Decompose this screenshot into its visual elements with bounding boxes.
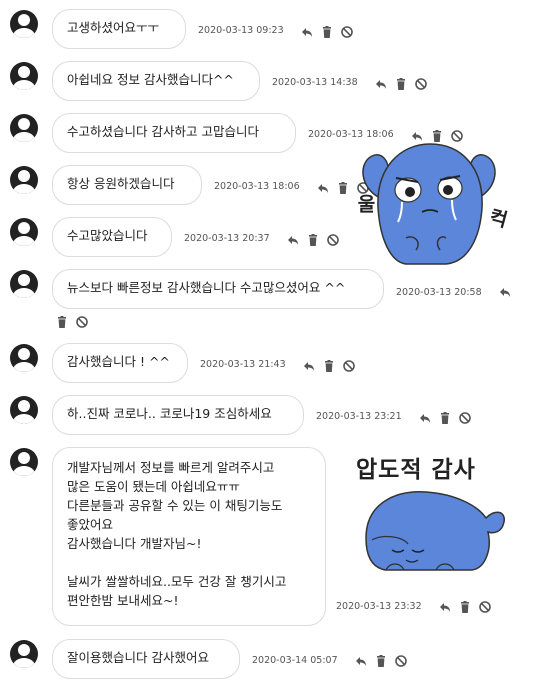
block-icon[interactable] bbox=[414, 77, 428, 91]
message-bubble: 고생하셨어요ㅜㅜ bbox=[52, 9, 186, 49]
message-bubble: 개발자님께서 정보를 빠르게 알려주시고 많은 도움이 됐는데 아쉽네요ㅠㅠ 다… bbox=[52, 447, 326, 626]
block-icon[interactable] bbox=[326, 233, 340, 247]
message-actions bbox=[498, 285, 512, 299]
message-actions bbox=[302, 359, 356, 373]
trash-icon[interactable] bbox=[322, 359, 336, 373]
message-bubble: 하..진짜 코로나.. 코로나19 조심하세요 bbox=[52, 395, 304, 435]
message-bubble: 잘이용했습니다 감사했어요 bbox=[52, 639, 240, 679]
avatar[interactable] bbox=[10, 448, 38, 476]
message-bubble: 수고하셨습니다 감사하고 고맙습니다 bbox=[52, 113, 296, 153]
avatar[interactable] bbox=[10, 166, 38, 194]
reply-icon[interactable] bbox=[354, 654, 368, 668]
reply-icon[interactable] bbox=[300, 25, 314, 39]
trash-icon[interactable] bbox=[394, 77, 408, 91]
block-icon[interactable] bbox=[458, 411, 472, 425]
message-bubble: 수고많았습니다 bbox=[52, 217, 172, 257]
message-time: 2020-03-13 14:38 bbox=[272, 77, 358, 88]
avatar[interactable] bbox=[10, 344, 38, 372]
reply-icon[interactable] bbox=[302, 359, 316, 373]
sticker-thanks: 압도적 감사 bbox=[346, 448, 516, 578]
bowing-creature-image bbox=[365, 491, 505, 571]
message-time: 2020-03-13 23:32 bbox=[336, 601, 422, 612]
trash-icon[interactable] bbox=[374, 654, 388, 668]
reply-icon[interactable] bbox=[374, 77, 388, 91]
sticker-sob: 울 컥 bbox=[350, 138, 510, 266]
block-icon[interactable] bbox=[342, 359, 356, 373]
block-icon[interactable] bbox=[478, 600, 492, 614]
reply-icon[interactable] bbox=[438, 600, 452, 614]
message-actions bbox=[374, 77, 428, 91]
message-actions bbox=[286, 233, 340, 247]
avatar[interactable] bbox=[10, 218, 38, 246]
trash-icon[interactable] bbox=[306, 233, 320, 247]
avatar[interactable] bbox=[10, 62, 38, 90]
reply-icon[interactable] bbox=[286, 233, 300, 247]
avatar[interactable] bbox=[10, 640, 38, 668]
reply-icon[interactable] bbox=[316, 181, 330, 195]
avatar[interactable] bbox=[10, 396, 38, 424]
avatar[interactable] bbox=[10, 10, 38, 38]
message-actions bbox=[418, 411, 472, 425]
message-actions bbox=[438, 600, 492, 614]
block-icon[interactable] bbox=[75, 315, 89, 329]
block-icon[interactable] bbox=[340, 25, 354, 39]
message-time: 2020-03-14 05:07 bbox=[252, 655, 338, 666]
reply-icon[interactable] bbox=[498, 285, 512, 299]
message-bubble: 감사했습니다 ! ^^ bbox=[52, 343, 188, 383]
message-time: 2020-03-13 23:21 bbox=[316, 411, 402, 422]
avatar[interactable] bbox=[10, 270, 38, 298]
message-time: 2020-03-13 18:06 bbox=[214, 181, 300, 192]
message-bubble: 항상 응원하겠습니다 bbox=[52, 165, 202, 205]
message-actions bbox=[300, 25, 354, 39]
message-bubble: 아쉽네요 정보 감사했습니다^^ bbox=[52, 61, 260, 101]
message-time: 2020-03-13 21:43 bbox=[200, 359, 286, 370]
trash-icon[interactable] bbox=[438, 411, 452, 425]
block-icon[interactable] bbox=[394, 654, 408, 668]
message-time: 2020-03-13 20:37 bbox=[184, 233, 270, 244]
trash-icon[interactable] bbox=[336, 181, 350, 195]
trash-icon[interactable] bbox=[458, 600, 472, 614]
sticker-text-left: 울 bbox=[354, 194, 376, 213]
message-actions-wrapped bbox=[55, 315, 89, 329]
message-actions bbox=[354, 654, 408, 668]
trash-icon[interactable] bbox=[320, 25, 334, 39]
trash-icon[interactable] bbox=[55, 315, 69, 329]
message-time: 2020-03-13 09:23 bbox=[198, 25, 284, 36]
message-bubble: 뉴스보다 빠른정보 감사했습니다 수고많으셨어요 ^^ bbox=[52, 269, 384, 309]
reply-icon[interactable] bbox=[418, 411, 432, 425]
avatar[interactable] bbox=[10, 114, 38, 142]
message-time: 2020-03-13 20:58 bbox=[396, 287, 482, 298]
